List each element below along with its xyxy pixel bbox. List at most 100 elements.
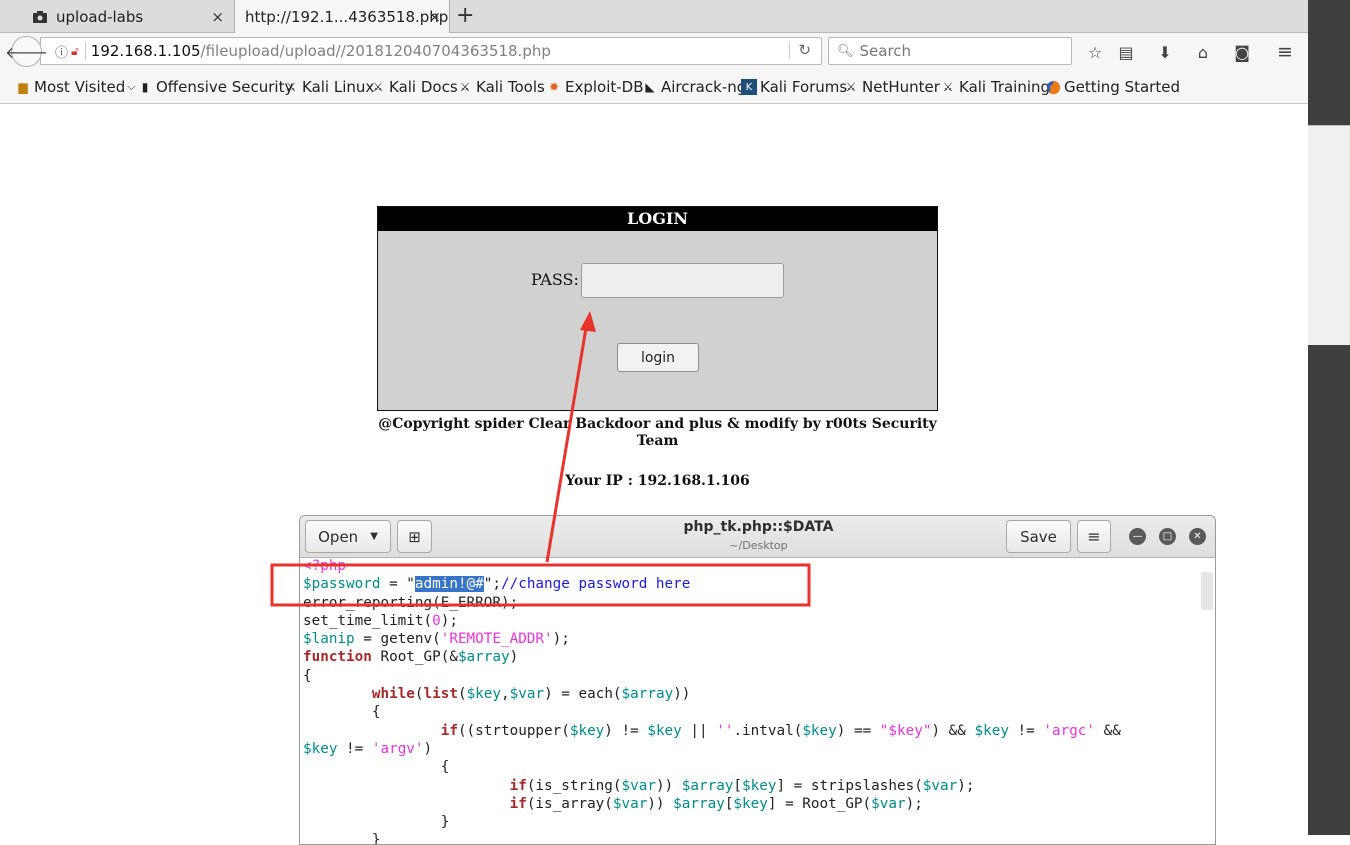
bookmark-getting-started[interactable]: Getting Started bbox=[1045, 78, 1180, 96]
code-line: $lanip = getenv('REMOTE_ADDR'); bbox=[303, 631, 570, 648]
kali-forums-icon: K bbox=[741, 79, 757, 95]
bookmark-kali-tools[interactable]: ⚔ Kali Tools bbox=[457, 78, 545, 96]
bookmark-label: Getting Started bbox=[1064, 78, 1180, 96]
login-title: LOGIN bbox=[378, 207, 937, 231]
bookmark-label: Most Visited bbox=[34, 78, 126, 96]
login-panel: LOGIN PASS: login bbox=[377, 206, 938, 411]
info-icon[interactable]: ⓘ bbox=[55, 42, 68, 61]
code-line: } bbox=[371, 832, 381, 845]
url-host: 192.168.1.105 bbox=[90, 42, 201, 60]
ip-text: Your IP : 192.168.1.106 bbox=[565, 473, 750, 489]
menu-icon[interactable]: ≡ bbox=[1274, 41, 1296, 63]
bookmark-exploit-db[interactable]: ✸ Exploit-DB bbox=[546, 78, 644, 96]
selected-text: admin!@# bbox=[414, 576, 484, 593]
bookmark-kali-forums[interactable]: K Kali Forums bbox=[741, 78, 847, 96]
offsec-icon: ▮ bbox=[141, 80, 149, 94]
close-tab-icon[interactable]: × bbox=[211, 8, 224, 26]
password-input[interactable] bbox=[581, 263, 784, 298]
home-icon[interactable]: ⌂ bbox=[1192, 41, 1214, 63]
kali-dragon-icon: ⚔ bbox=[285, 80, 297, 94]
editor-title: php_tk.php::$DATA bbox=[683, 519, 834, 535]
background-window bbox=[1308, 0, 1350, 835]
search-bar[interactable]: 🔍︎ Search bbox=[828, 37, 1072, 65]
minimize-icon[interactable]: — bbox=[1129, 528, 1146, 545]
navigation-bar: ⓘ 🔓︎ 192.168.1.105/fileupload/upload//20… bbox=[0, 33, 1308, 69]
search-placeholder: Search bbox=[859, 42, 912, 60]
new-tab-button[interactable]: + bbox=[456, 3, 474, 28]
maximize-icon[interactable]: □ bbox=[1159, 528, 1176, 545]
bookmark-label: Aircrack-ng bbox=[661, 78, 747, 96]
folder-icon: ▆ bbox=[18, 80, 28, 94]
dropdown-arrow-icon: ▼ bbox=[370, 531, 378, 542]
tab-label: upload-labs bbox=[56, 7, 144, 26]
code-line: set_time_limit(0); bbox=[303, 612, 458, 629]
bookmark-most-visited[interactable]: ▆ Most Visited ⌵ bbox=[15, 78, 136, 96]
search-icon: 🔍︎ bbox=[837, 43, 854, 59]
editor-scrollbar[interactable] bbox=[1201, 572, 1213, 610]
kali-dragon-icon: ⚔ bbox=[459, 80, 471, 94]
tab-upload-labs[interactable]: upload-labs × bbox=[14, 0, 232, 33]
back-button[interactable]: 🡐︎ bbox=[5, 36, 48, 67]
bookmark-label: Offensive Security bbox=[156, 78, 294, 96]
code-line: $password = "admin!@#";//change password… bbox=[303, 576, 691, 593]
code-line: error_reporting(E_ERROR); bbox=[303, 594, 519, 611]
bookmarks-bar: ▆ Most Visited ⌵ ▮ Offensive Security ⚔ … bbox=[0, 69, 1308, 104]
background-window-panel bbox=[1308, 125, 1350, 345]
tab-label: http://192.1...4363518.php bbox=[245, 8, 449, 26]
pocket-icon[interactable]: ◙ bbox=[1231, 41, 1253, 63]
code-editor[interactable]: <?php $password = "admin!@#";//change pas… bbox=[303, 557, 1203, 845]
code-line: if(is_string($var)) $array[$key] = strip… bbox=[509, 777, 975, 794]
bookmark-label: Exploit-DB bbox=[565, 78, 644, 96]
code-line: function Root_GP(&$array) bbox=[303, 649, 519, 666]
bookmark-label: Kali Forums bbox=[760, 78, 848, 96]
editor-subtitle: ~/Desktop bbox=[729, 539, 788, 552]
chevron-down-icon: ⌵ bbox=[127, 80, 136, 93]
download-icon[interactable]: ⬇ bbox=[1154, 41, 1176, 63]
firefox-icon bbox=[1045, 79, 1061, 95]
close-tab-icon[interactable]: × bbox=[428, 8, 441, 26]
kali-dragon-icon: ⚔ bbox=[845, 80, 857, 94]
page-icon bbox=[32, 9, 48, 25]
menu-icon: ≡ bbox=[1087, 527, 1101, 546]
kali-dragon-icon: ⚔ bbox=[372, 80, 384, 94]
bookmark-nethunter[interactable]: ⚔ NetHunter bbox=[843, 78, 940, 96]
bookmark-kali-docs[interactable]: ⚔ Kali Docs bbox=[370, 78, 458, 96]
bookmark-label: Kali Linux bbox=[302, 78, 375, 96]
reload-icon[interactable]: ↻ bbox=[789, 41, 811, 59]
url-bar[interactable]: ⓘ 🔓︎ 192.168.1.105/fileupload/upload//20… bbox=[40, 37, 822, 65]
copyright-text: @Copyright spider Clear Backdoor and plu… bbox=[378, 416, 937, 449]
bookmark-label: Kali Docs bbox=[389, 78, 458, 96]
url-path: /fileupload/upload//201812040704363518.p… bbox=[200, 42, 551, 60]
login-button[interactable]: login bbox=[617, 343, 699, 372]
bookmark-star-icon[interactable]: ☆ bbox=[1084, 41, 1106, 63]
code-line: $key != 'argv') bbox=[303, 740, 433, 757]
reading-list-icon[interactable]: ▤ bbox=[1115, 41, 1137, 63]
bookmark-label: Kali Tools bbox=[476, 78, 545, 96]
open-button[interactable]: Open ▼ bbox=[305, 520, 391, 553]
open-button-label: Open bbox=[318, 527, 359, 546]
code-line: <?php bbox=[303, 558, 347, 574]
insecure-lock-icon: 🔓︎ bbox=[71, 43, 79, 58]
tab-php-shell[interactable]: http://192.1...4363518.php × bbox=[234, 0, 450, 34]
hamburger-menu-button[interactable]: ≡ bbox=[1077, 520, 1111, 553]
bookmark-kali-training[interactable]: ⚔ Kali Training bbox=[940, 78, 1050, 96]
code-line: { bbox=[303, 667, 312, 684]
code-line: { bbox=[440, 759, 450, 776]
save-button[interactable]: Save bbox=[1006, 520, 1071, 553]
back-arrow-icon: 🡐︎ bbox=[5, 42, 48, 62]
close-icon[interactable]: ✕ bbox=[1189, 528, 1206, 545]
code-line: if(is_array($var)) $array[$key] = Root_G… bbox=[509, 795, 923, 812]
bookmark-aircrack-ng[interactable]: ◣ Aircrack-ng bbox=[642, 78, 746, 96]
new-tab-icon: ⊞ bbox=[408, 527, 421, 546]
kali-dragon-icon: ⚔ bbox=[942, 80, 954, 94]
bookmark-label: NetHunter bbox=[862, 78, 940, 96]
code-line: if((strtoupper($key) != $key || ''.intva… bbox=[440, 722, 1121, 739]
tab-bar: upload-labs × http://192.1...4363518.php… bbox=[0, 0, 1308, 34]
bookmark-kali-linux[interactable]: ⚔ Kali Linux bbox=[283, 78, 375, 96]
text-editor-window: Open ▼ ⊞ php_tk.php::$DATA ~/Desktop Sav… bbox=[299, 515, 1216, 845]
new-document-button[interactable]: ⊞ bbox=[397, 520, 432, 553]
editor-header-bar: Open ▼ ⊞ php_tk.php::$DATA ~/Desktop Sav… bbox=[300, 516, 1215, 558]
bookmark-offensive-security[interactable]: ▮ Offensive Security bbox=[137, 78, 294, 96]
bookmark-label: Kali Training bbox=[959, 78, 1051, 96]
code-line: while(list($key,$var) = each($array)) bbox=[371, 686, 691, 703]
